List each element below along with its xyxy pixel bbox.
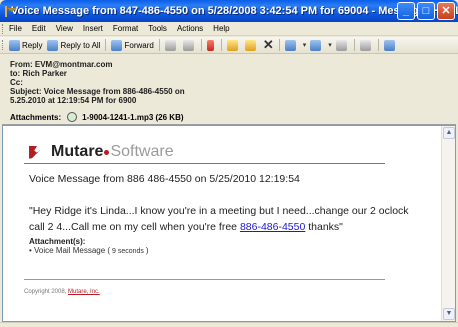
attachment-item-text: • Voice Mail Message (: [29, 246, 111, 255]
next-item-button[interactable]: [310, 39, 323, 51]
maximize-button[interactable]: □: [417, 2, 435, 20]
phone-link[interactable]: 886-486-4550: [240, 221, 305, 233]
reply-icon: [9, 39, 20, 51]
print-button[interactable]: [164, 39, 178, 51]
menu-tools[interactable]: Tools: [148, 24, 167, 33]
forward-icon: [111, 39, 123, 51]
close-button[interactable]: ✕: [437, 2, 455, 20]
attachment-list-item[interactable]: • Voice Mail Message ( 9 seconds ): [29, 246, 149, 255]
title-bar[interactable]: Voice Message from 847-486-4550 on 5/28/…: [0, 0, 458, 22]
attachment-file[interactable]: 1-9004-1241-1.mp3 (26 KB): [82, 113, 183, 122]
subject-line-2: 5.25.2010 at 12:19:54 PM for 6900: [10, 96, 137, 105]
forward-button[interactable]: Forward: [111, 39, 154, 51]
logo-text-bold: Mutare: [51, 143, 104, 160]
mutare-logo: Mutare Software: [29, 143, 174, 161]
cc-line: Cc:: [10, 78, 23, 87]
mark-icon: [359, 39, 371, 51]
font-size-button[interactable]: [335, 39, 349, 51]
envelope-icon: [5, 5, 17, 17]
window-controls: _ □ ✕: [397, 2, 455, 20]
category-icon: [244, 39, 256, 51]
toolbar-separator: [353, 39, 355, 51]
printer-icon: [164, 39, 176, 51]
flag-icon: [206, 39, 214, 51]
message-body[interactable]: Mutare Software Voice Message from 886 4…: [2, 125, 456, 322]
folder-icon: [226, 39, 238, 51]
menu-view[interactable]: View: [56, 24, 73, 33]
toolbar-separator: [158, 39, 160, 51]
voice-message-text: "Hey Ridge it's Linda...I know you're in…: [29, 203, 409, 235]
audio-file-icon: [67, 112, 78, 122]
subject-line-1: Subject: Voice Message from 886-486-4550…: [10, 87, 185, 96]
attachments-heading: Attachment(s):: [29, 237, 86, 246]
help-icon: [383, 39, 395, 51]
menu-actions[interactable]: Actions: [177, 24, 203, 33]
attachments-label: Attachments:: [10, 112, 62, 122]
forward-label: Forward: [124, 40, 154, 50]
logo-dot: [104, 149, 110, 155]
from-line: From: EVM@montmar.com: [10, 60, 113, 69]
menu-help[interactable]: Help: [213, 24, 229, 33]
footer-divider: [24, 279, 385, 280]
copyright-link[interactable]: Mutare, Inc.: [68, 289, 100, 295]
copyright: Copyright 2008, Mutare, Inc.: [24, 289, 100, 295]
reply-button[interactable]: Reply: [9, 39, 43, 51]
menu-bar: File Edit View Insert Format Tools Actio…: [0, 22, 458, 36]
up-arrow-icon: [284, 39, 296, 51]
scroll-up-icon[interactable]: ▲: [443, 127, 455, 139]
font-size-icon: [335, 39, 347, 51]
logo-text-light: Software: [110, 143, 174, 160]
menu-insert[interactable]: Insert: [83, 24, 103, 33]
dropdown-arrow-icon[interactable]: ▾: [303, 41, 307, 49]
menu-edit[interactable]: Edit: [32, 24, 46, 33]
delete-icon[interactable]: ✕: [263, 37, 274, 53]
status-bar: [0, 322, 458, 327]
window-title: Voice Message from 847-486-4550 on 5/28/…: [11, 5, 458, 17]
attachments-row: Attachments: 1-9004-1241-1.mp3 (26 KB): [10, 112, 448, 122]
scroll-down-icon[interactable]: ▼: [443, 308, 455, 320]
vertical-scrollbar[interactable]: ▲ ▼: [441, 126, 455, 321]
toolbar-grip[interactable]: [2, 23, 5, 34]
toolbar-separator: [377, 39, 379, 51]
mutare-logo-icon: [29, 145, 46, 159]
reply-all-label: Reply to All: [60, 40, 101, 50]
minimize-button[interactable]: _: [397, 2, 415, 20]
attachment-close: ): [145, 246, 149, 255]
help-button[interactable]: [383, 39, 397, 51]
previous-item-button[interactable]: [284, 39, 298, 51]
dropdown-arrow-icon[interactable]: ▾: [328, 41, 332, 49]
copy-icon: [182, 39, 194, 51]
to-line: to: Rich Parker: [10, 69, 67, 78]
copyright-text: Copyright 2008,: [24, 289, 69, 295]
mark-button[interactable]: [359, 39, 373, 51]
menu-file[interactable]: File: [9, 24, 22, 33]
message-end: thanks": [305, 221, 343, 233]
down-arrow-icon: [310, 39, 322, 51]
reply-all-icon: [47, 39, 59, 51]
voice-message-title: Voice Message from 886 486-4550 on 5/25/…: [29, 173, 300, 185]
reply-label: Reply: [22, 40, 43, 50]
toolbar-separator: [200, 39, 202, 51]
message-header: From: EVM@montmar.com to: Rich Parker Cc…: [2, 56, 456, 124]
message-text: "Hey Ridge it's Linda...I know you're in…: [29, 205, 409, 233]
toolbar: Reply Reply to All Forward ✕ ▾ ▾: [0, 37, 458, 54]
toolbar-separator: [220, 39, 222, 51]
copy-button[interactable]: [182, 39, 196, 51]
toolbar-separator: [105, 39, 107, 51]
move-folder-button[interactable]: [226, 39, 240, 51]
toolbar-separator: [278, 39, 280, 51]
categorize-button[interactable]: [244, 39, 258, 51]
reply-all-button[interactable]: Reply to All: [47, 39, 101, 51]
toolbar-grip[interactable]: [2, 40, 5, 50]
menu-format[interactable]: Format: [113, 24, 138, 33]
flag-button[interactable]: [206, 39, 216, 51]
attachment-duration: 9 seconds: [110, 248, 146, 255]
body-divider: [24, 163, 385, 164]
